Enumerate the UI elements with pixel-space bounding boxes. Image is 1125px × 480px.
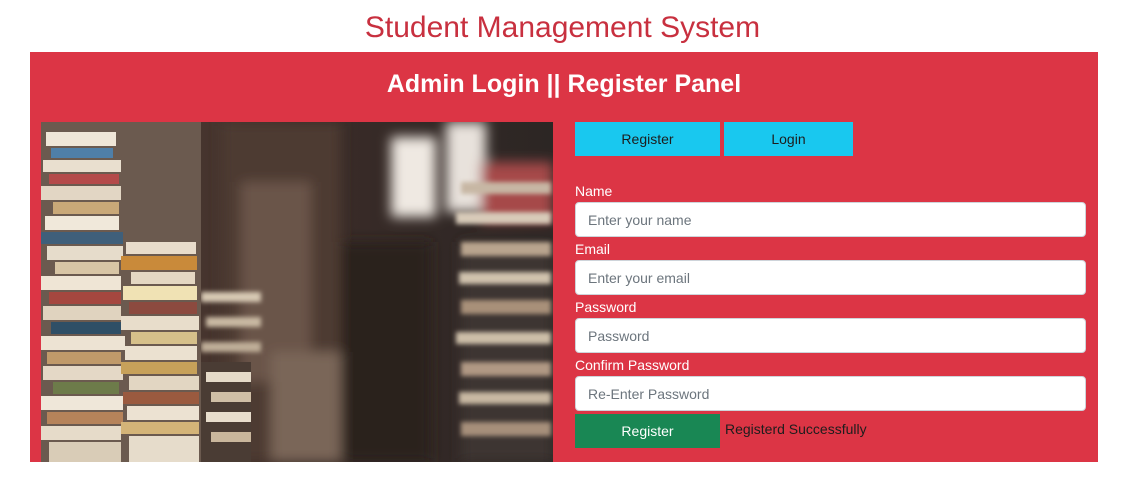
password-input[interactable]: [575, 318, 1086, 353]
login-register-panel: Admin Login || Register Panel Register L…: [30, 52, 1098, 462]
panel-title: Admin Login || Register Panel: [386, 70, 742, 98]
registration-status-message: Registerd Successfully: [725, 421, 867, 437]
confirm-password-label: Confirm Password: [575, 357, 690, 373]
login-tab-button[interactable]: Login: [724, 122, 853, 156]
email-label: Email: [575, 241, 611, 257]
bookshop-photo: [41, 122, 553, 462]
register-submit-button[interactable]: Register: [575, 414, 720, 448]
password-label: Password: [575, 299, 637, 315]
register-tab-button[interactable]: Register: [575, 122, 720, 156]
name-input[interactable]: [575, 202, 1086, 237]
name-label: Name: [575, 183, 613, 199]
page-title: Student Management System: [364, 11, 761, 44]
confirm-password-input[interactable]: [575, 376, 1086, 411]
email-input[interactable]: [575, 260, 1086, 295]
